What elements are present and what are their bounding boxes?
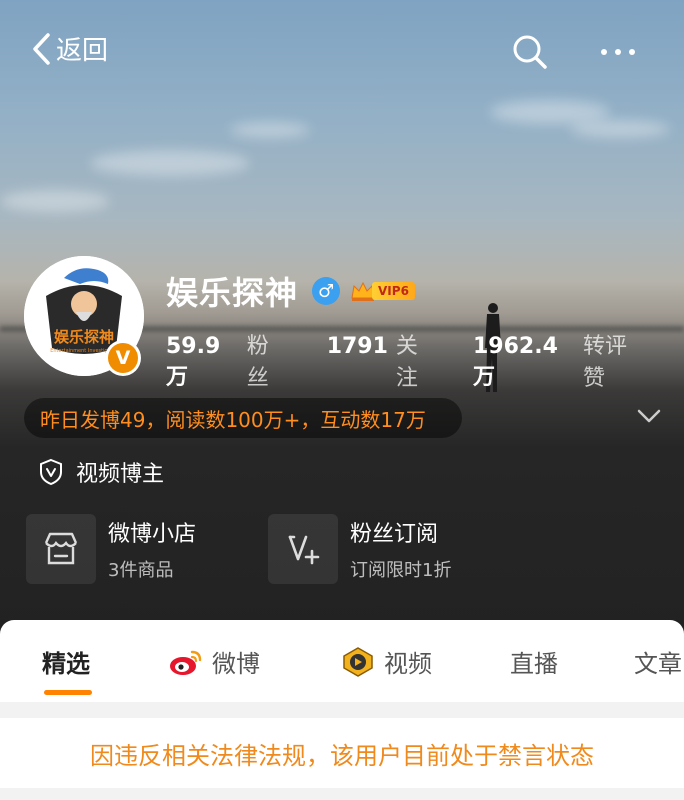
more-options-button[interactable] (596, 34, 640, 70)
activity-summary-text: 昨日发博49，阅读数100万+，互动数17万 (40, 407, 426, 432)
activity-summary[interactable]: 昨日发博49，阅读数100万+，互动数17万 (24, 398, 462, 438)
shop-icon (44, 532, 78, 565)
shop-card[interactable]: 微博小店 3件商品 (26, 514, 196, 584)
stat-following[interactable]: 1791 关注 (327, 328, 435, 392)
subscription-icon-box (268, 514, 338, 584)
subscription-subtitle: 订阅限时1折 (350, 560, 452, 581)
stat-reposts-comments-likes[interactable]: 1962.4万 转评赞 (473, 328, 646, 392)
back-button[interactable]: 返回 (30, 30, 108, 67)
stat-value: 59.9万 (166, 334, 221, 390)
profile-stats: 59.9万 粉丝 1791 关注 1962.4万 转评赞 (166, 328, 684, 392)
search-button[interactable] (510, 32, 550, 72)
stat-value: 1791 (326, 334, 388, 359)
top-bar: 返回 (0, 22, 684, 82)
tab-live[interactable]: 直播 (510, 644, 558, 679)
verified-badge: V (105, 340, 141, 376)
tab-label: 文章 (634, 650, 682, 678)
subscription-card[interactable]: 粉丝订阅 订阅限时1折 (268, 514, 451, 584)
profile-name: 娱乐探神 (166, 274, 299, 312)
search-icon (513, 35, 547, 69)
chevron-down-icon[interactable] (636, 406, 662, 426)
tab-label: 视频 (384, 650, 432, 678)
tab-label: 精选 (42, 650, 90, 678)
tab-weibo[interactable]: 微博 (168, 644, 260, 679)
tab-label: 微博 (212, 650, 260, 678)
video-icon (343, 646, 373, 677)
ban-notice-text: 因违反相关法律法规，该用户目前处于禁言状态 (90, 741, 594, 770)
shop-subtitle: 3件商品 (108, 560, 174, 581)
tab-video[interactable]: 视频 (340, 644, 432, 679)
role-tag[interactable]: 视频博主 (38, 456, 164, 488)
gender-male-icon: ♂ (312, 277, 341, 305)
shop-icon-box (26, 514, 96, 584)
ban-notice: 因违反相关法律法规，该用户目前处于禁言状态 (0, 718, 684, 788)
chevron-left-icon (33, 32, 50, 65)
verified-icon: V (108, 343, 138, 373)
role-label: 视频博主 (76, 462, 165, 487)
shop-title: 微博小店 (108, 522, 197, 547)
stat-label: 关注 (395, 334, 418, 391)
stat-followers[interactable]: 59.9万 粉丝 (166, 328, 289, 392)
stat-label: 粉丝 (246, 334, 269, 391)
vip-badge[interactable]: VIP6 (350, 280, 415, 302)
content-tabs: 精选 微博 视频 直播 文章 (0, 620, 684, 702)
back-label: 返回 (56, 36, 109, 66)
vip-level: VIP6 (372, 282, 415, 300)
avatar-logo-text: 娱乐探神 (54, 328, 114, 346)
shield-v-icon (40, 458, 62, 486)
tab-label: 直播 (510, 650, 558, 678)
subscribe-icon (288, 535, 320, 565)
tab-featured[interactable]: 精选 (42, 644, 90, 679)
tab-articles[interactable]: 文章 (634, 644, 682, 679)
subscription-title: 粉丝订阅 (350, 522, 439, 547)
more-dots-icon (601, 49, 635, 55)
profile-name-row: 娱乐探神 ♂ VIP6 (166, 268, 415, 314)
stat-value: 1962.4万 (472, 334, 558, 390)
active-tab-indicator (44, 690, 92, 695)
weibo-icon (170, 650, 202, 675)
stat-label: 转评赞 (583, 334, 628, 391)
